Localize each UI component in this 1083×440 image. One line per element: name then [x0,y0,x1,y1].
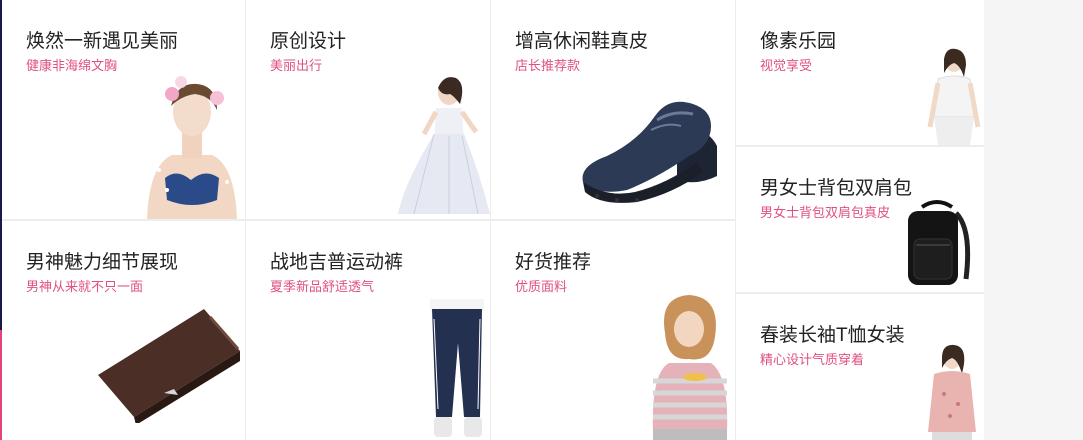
white-dress-model-photo [398,77,490,215]
card-subtitle: 优质面料 [515,279,568,294]
card-title: 战地吉普运动裤 [270,252,404,273]
card-subtitle: 店长推荐款 [515,58,581,73]
right-blank-area [984,0,1083,440]
card-subtitle: 男女士背包双肩包真皮 [760,205,891,220]
product-grid: 焕然一新遇见美丽 健康非海绵文胸 原创设计 美丽出行 增高休闲鞋真皮 店长推荐款… [2,0,984,440]
card-subtitle: 健康非海绵文胸 [26,58,118,73]
striped-sweater-girl-photo [652,295,728,440]
product-card-wallet[interactable]: 男神魅力细节展现 男神从来就不只一面 [2,221,245,440]
product-card-shoe[interactable]: 增高休闲鞋真皮 店长推荐款 [491,0,735,219]
card-title: 好货推荐 [515,252,592,273]
product-card-sweatpants[interactable]: 战地吉普运动裤 夏季新品舒适透气 [246,221,490,440]
product-card-tshirt[interactable]: 春装长袖T恤女装 精心设计气质穿着 [736,294,984,440]
product-card-dress[interactable]: 原创设计 美丽出行 [246,0,490,219]
card-title: 原创设计 [270,31,347,52]
black-backpack-photo [908,200,971,285]
card-title: 像素乐园 [760,31,837,52]
card-subtitle: 美丽出行 [270,58,323,73]
card-subtitle: 视觉享受 [760,58,813,73]
navy-leather-shoe-photo [582,101,717,203]
product-card-backpack[interactable]: 男女士背包双肩包 男女士背包双肩包真皮 [736,147,984,292]
brown-wallet-photo [98,309,240,423]
card-title: 焕然一新遇见美丽 [26,31,179,52]
card-subtitle: 男神从来就不只一面 [26,279,144,294]
card-subtitle: 夏季新品舒适透气 [270,279,375,294]
navy-sweatpants-photo [430,299,484,437]
card-title: 增高休闲鞋真皮 [515,31,649,52]
card-title: 男神魅力细节展现 [26,252,179,273]
product-card-sweater[interactable]: 好货推荐 优质面料 [491,221,735,440]
card-subtitle: 精心设计气质穿着 [760,352,865,367]
lingerie-model-photo [137,70,245,219]
pink-tshirt-model-photo [928,344,976,440]
card-title: 男女士背包双肩包 [760,178,913,199]
card-title: 春装长袖T恤女装 [760,325,905,346]
product-card-lingerie[interactable]: 焕然一新遇见美丽 健康非海绵文胸 [2,0,245,219]
white-blouse-model-photo [927,48,981,145]
product-card-blouse[interactable]: 像素乐园 视觉享受 [736,0,984,145]
